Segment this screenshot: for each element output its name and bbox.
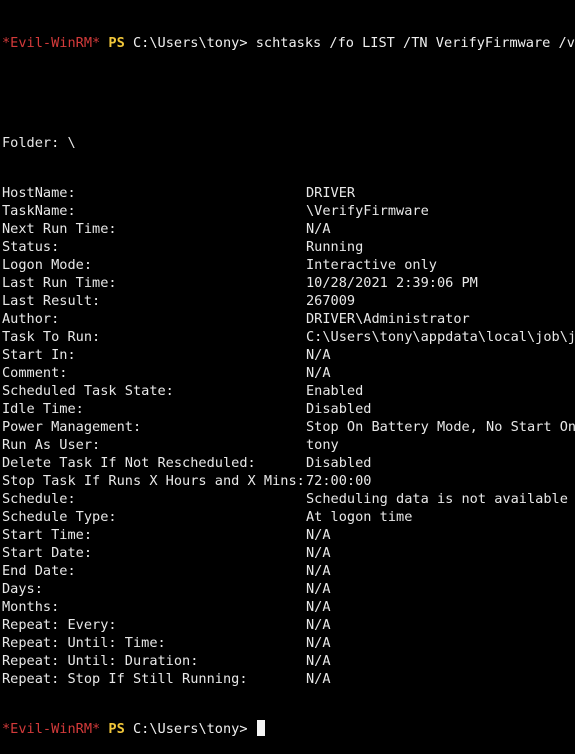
task-property-row: Next Run Time: N/A xyxy=(2,220,575,238)
property-key: Next Run Time: xyxy=(2,221,117,237)
property-key: Status: xyxy=(2,239,60,255)
property-value: \VerifyFirmware xyxy=(306,203,429,219)
property-key: End Date: xyxy=(2,563,76,579)
property-value: DRIVER xyxy=(306,185,356,201)
property-value: N/A xyxy=(306,527,331,543)
property-value: DRIVER\Administrator xyxy=(306,311,470,327)
property-key: Last Result: xyxy=(2,293,101,309)
task-property-row: Run As User: tony xyxy=(2,436,575,454)
property-key: Logon Mode: xyxy=(2,257,93,273)
task-property-row: Idle Time: Disabled xyxy=(2,400,575,418)
property-key: Start In: xyxy=(2,347,76,363)
property-value: Disabled xyxy=(306,455,372,471)
property-value: N/A xyxy=(306,653,331,669)
task-property-row: Schedule: Scheduling data is not availabl… xyxy=(2,490,575,508)
task-property-row: Repeat: Every: N/A xyxy=(2,616,575,634)
property-key: Repeat: Until: Time: xyxy=(2,635,166,651)
prompt-ps: PS xyxy=(108,35,125,51)
task-property-row: Start Date: N/A xyxy=(2,544,575,562)
property-value: N/A xyxy=(306,221,331,237)
property-value: 10/28/2021 2:39:06 PM xyxy=(306,275,478,291)
task-property-row: Months: N/A xyxy=(2,598,575,616)
property-key: Start Date: xyxy=(2,545,93,561)
property-key: Repeat: Every: xyxy=(2,617,117,633)
task-property-row: Scheduled Task State: Enabled xyxy=(2,382,575,400)
prompt-host: *Evil-WinRM* xyxy=(2,35,101,51)
property-key: Comment: xyxy=(2,365,68,381)
task-property-row: Repeat: Until: Time: N/A xyxy=(2,634,575,652)
task-property-row: End Date: N/A xyxy=(2,562,575,580)
property-value: At logon time xyxy=(306,509,413,525)
property-key: Delete Task If Not Rescheduled: xyxy=(2,455,256,471)
property-value: N/A xyxy=(306,635,331,651)
text-cursor xyxy=(256,720,265,736)
task-property-row: Days: N/A xyxy=(2,580,575,598)
task-property-row: Start Time: N/A xyxy=(2,526,575,544)
task-property-row: Schedule Type: At logon time xyxy=(2,508,575,526)
task-property-row: Repeat: Until: Duration: N/A xyxy=(2,652,575,670)
property-value: Enabled xyxy=(306,383,364,399)
prompt-path: C:\Users\tony> xyxy=(132,35,248,51)
property-key: Days: xyxy=(2,581,43,597)
task-property-row: Comment: N/A xyxy=(2,364,575,382)
property-key: Start Time: xyxy=(2,527,93,543)
property-value: Interactive only xyxy=(306,257,437,273)
property-value: Running xyxy=(306,239,364,255)
property-key: Task To Run: xyxy=(2,329,101,345)
task-property-row: Delete Task If Not Rescheduled: Disabled xyxy=(2,454,575,472)
property-value: 267009 xyxy=(306,293,356,309)
property-value: N/A xyxy=(306,617,331,633)
task-properties-list: HostName: DRIVER TaskName: \VerifyFirmware N… xyxy=(2,184,575,688)
task-property-row: Last Run Time: 10/28/2021 2:39:06 PM xyxy=(2,274,575,292)
property-value: N/A xyxy=(306,347,331,363)
property-key: Schedule Type: xyxy=(2,509,117,525)
prompt-path: C:\Users\tony> xyxy=(132,721,248,737)
task-property-row: HostName: DRIVER xyxy=(2,184,575,202)
property-value: N/A xyxy=(306,563,331,579)
property-key: Run As User: xyxy=(2,437,101,453)
property-key: Months: xyxy=(2,599,60,615)
property-key: Idle Time: xyxy=(2,401,84,417)
property-key: Repeat: Until: Duration: xyxy=(2,653,199,669)
task-property-row: Start In: N/A xyxy=(2,346,575,364)
property-value: N/A xyxy=(306,581,331,597)
property-value: N/A xyxy=(306,671,331,687)
property-key: Stop Task If Runs X Hours and X Mins: xyxy=(2,473,305,489)
task-property-row: Logon Mode: Interactive only xyxy=(2,256,575,274)
task-property-row: Task To Run: C:\Users\tony\appdata\local\… xyxy=(2,328,575,346)
command-line: *Evil-WinRM* PS C:\Users\tony> schtasks … xyxy=(2,34,575,52)
task-property-row: TaskName: \VerifyFirmware xyxy=(2,202,575,220)
property-value: C:\Users\tony\appdata\local\job\jo xyxy=(306,329,575,345)
command-text: schtasks /fo LIST /TN VerifyFirmware /v xyxy=(255,35,575,51)
folder-line: Folder: \ xyxy=(2,135,76,151)
property-key: Last Run Time: xyxy=(2,275,117,291)
prompt-host: *Evil-WinRM* xyxy=(2,721,101,737)
property-key: Power Management: xyxy=(2,419,142,435)
property-value: N/A xyxy=(306,599,331,615)
task-property-row: Author: DRIVER\Administrator xyxy=(2,310,575,328)
property-key: HostName: xyxy=(2,185,76,201)
property-key: Author: xyxy=(2,311,60,327)
active-prompt-line[interactable]: *Evil-WinRM* PS C:\Users\tony> xyxy=(2,720,575,738)
terminal-output[interactable]: *Evil-WinRM* PS C:\Users\tony> schtasks … xyxy=(2,2,575,754)
property-value: Disabled xyxy=(306,401,372,417)
task-property-row: Status: Running xyxy=(2,238,575,256)
task-property-row: Repeat: Stop If Still Running: N/A xyxy=(2,670,575,688)
property-value: Scheduling data is not available i xyxy=(306,491,575,507)
property-value: 72:00:00 xyxy=(306,473,372,489)
task-property-row: Stop Task If Runs X Hours and X Mins: 72:… xyxy=(2,472,575,490)
property-value: N/A xyxy=(306,365,331,381)
property-key: TaskName: xyxy=(2,203,76,219)
property-key: Repeat: Stop If Still Running: xyxy=(2,671,248,687)
prompt-ps: PS xyxy=(108,721,125,737)
property-value: N/A xyxy=(306,545,331,561)
property-key: Scheduled Task State: xyxy=(2,383,174,399)
property-value: Stop On Battery Mode, No Start On xyxy=(306,419,575,435)
task-property-row: Last Result: 267009 xyxy=(2,292,575,310)
task-property-row: Power Management: Stop On Battery Mode, N… xyxy=(2,418,575,436)
property-key: Schedule: xyxy=(2,491,76,507)
property-value: tony xyxy=(306,437,339,453)
